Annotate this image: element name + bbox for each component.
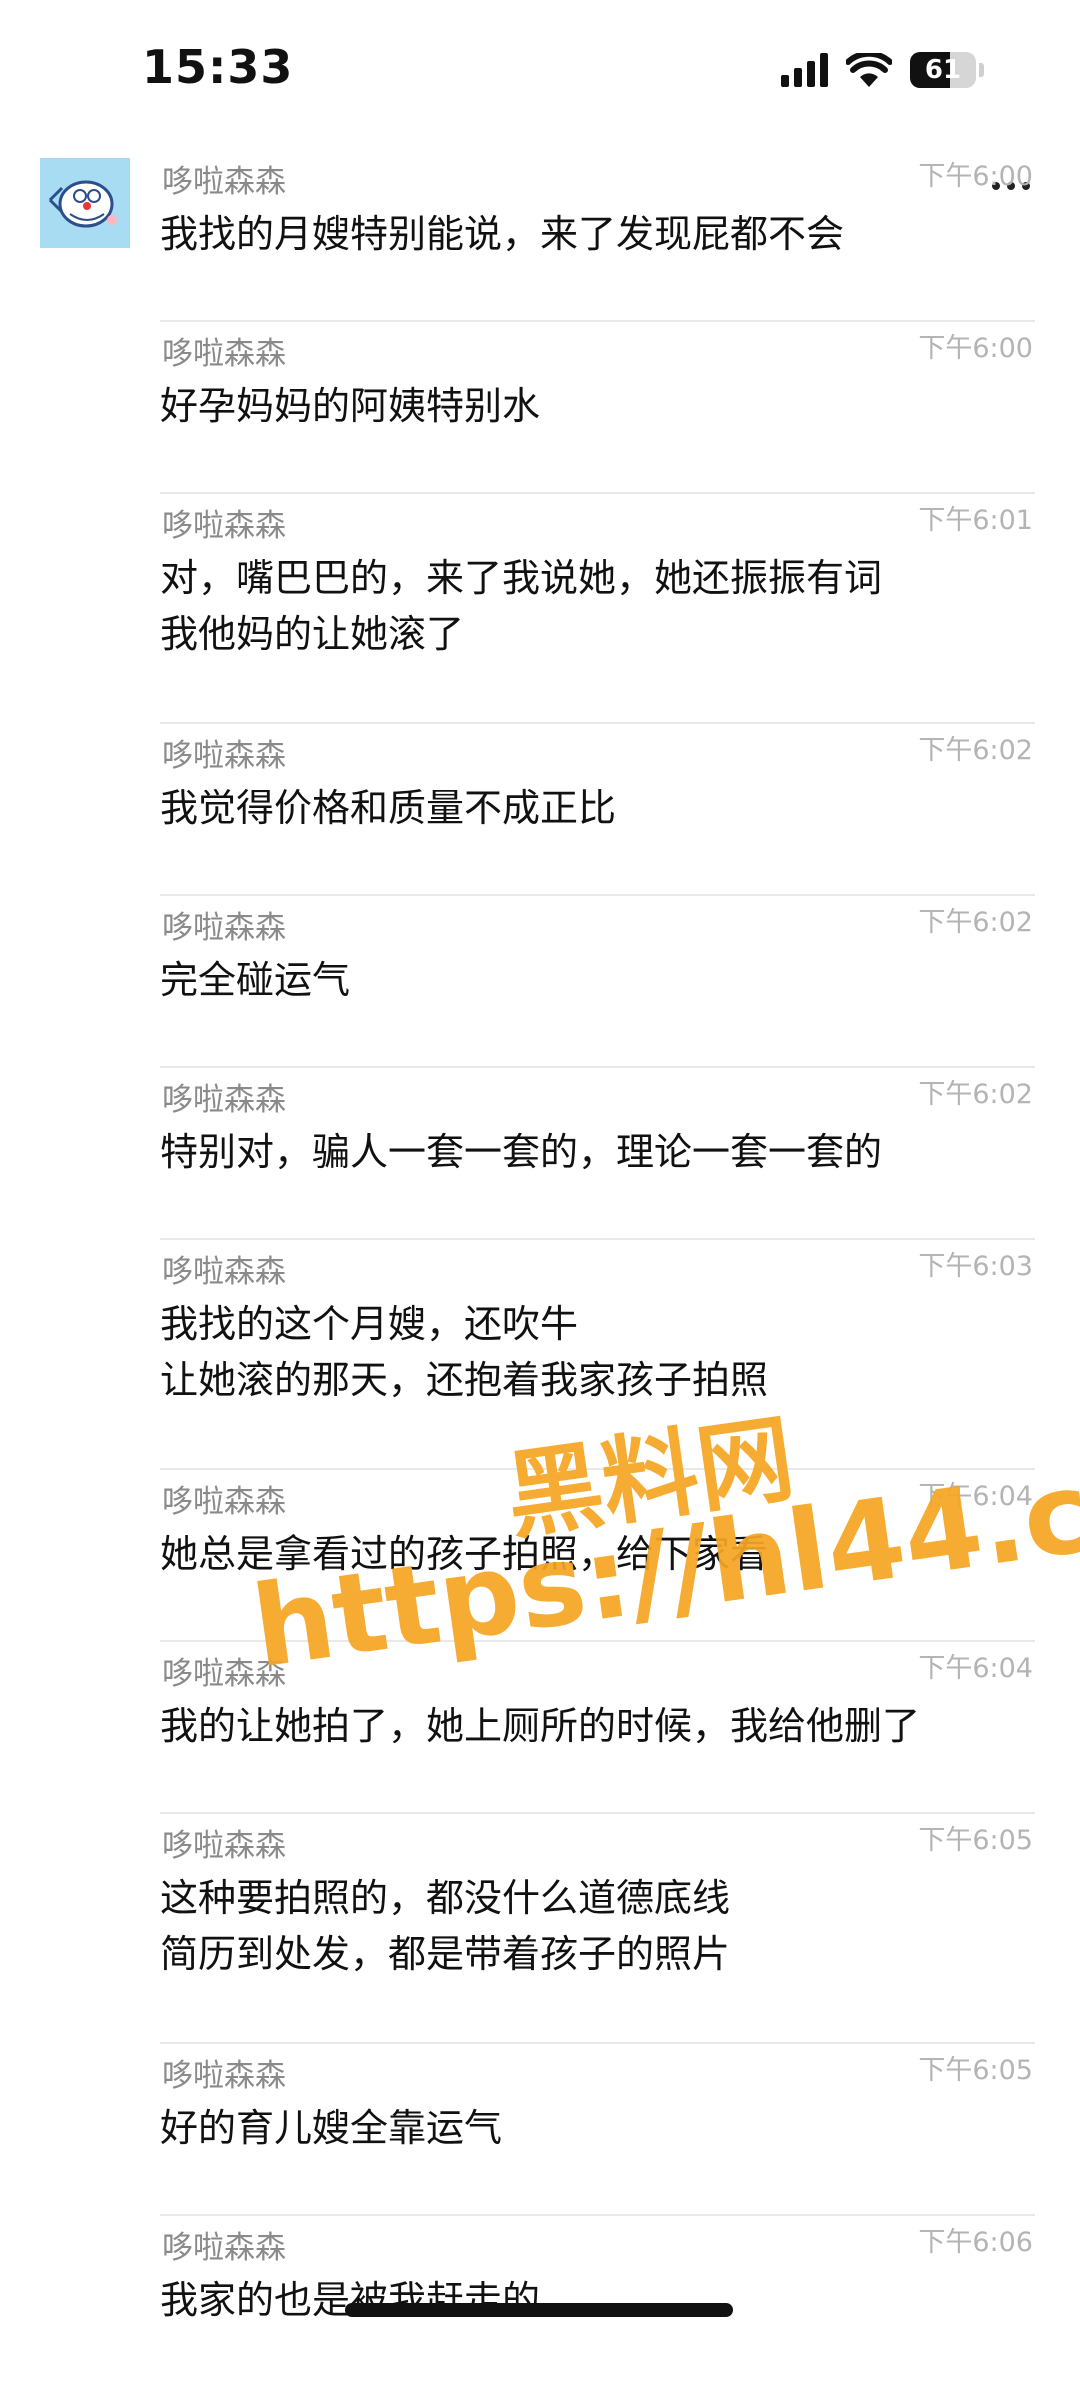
message-item[interactable]: 哆啦森森 下午6:00 好孕妈妈的阿姨特别水 — [160, 322, 1035, 494]
status-icons: 61 — [781, 52, 984, 88]
message-sender: 哆啦森森 — [162, 164, 286, 200]
message-time: 下午6:02 — [918, 735, 1033, 766]
message-item[interactable]: 哆啦森森 下午6:00 我找的月嫂特别能说，来了发现屁都不会 — [160, 150, 1035, 322]
wifi-icon — [846, 53, 892, 87]
message-text: 完全碰运气 — [160, 952, 1020, 1008]
message-text: 我觉得价格和质量不成正比 — [160, 780, 1020, 836]
message-sender: 哆啦森森 — [162, 738, 286, 774]
message-line: 我家的也是被我赶走的 — [160, 2278, 541, 2322]
message-time: 下午6:01 — [918, 505, 1033, 536]
message-sender: 哆啦森森 — [162, 508, 286, 544]
message-item[interactable]: 哆啦森森 下午6:02 完全碰运气 — [160, 896, 1035, 1068]
status-time: 15:33 — [142, 40, 294, 94]
message-time: 下午6:02 — [918, 907, 1033, 938]
message-list: 哆啦森森 下午6:00 我找的月嫂特别能说，来了发现屁都不会 哆啦森森 下午6:00 好孕… — [160, 150, 1035, 2388]
message-text: 好的育儿嫂全靠运气 — [160, 2100, 1020, 2156]
message-text: 对，嘴巴巴的，来了我说她，她还振振有词 我他妈的让她滚了 — [160, 550, 1020, 662]
avatar[interactable] — [40, 158, 130, 248]
message-item[interactable]: 哆啦森森 下午6:05 这种要拍照的，都没什么道德底线 简历到处发，都是带着孩子的照片 — [160, 1814, 1035, 2044]
message-line: 我找的月嫂特别能说，来了发现屁都不会 — [160, 212, 845, 256]
message-time: 下午6:05 — [918, 1825, 1033, 1856]
message-item[interactable]: 哆啦森森 下午6:02 特别对，骗人一套一套的，理论一套一套的 — [160, 1068, 1035, 1240]
message-time: 下午6:03 — [918, 1251, 1033, 1282]
message-text: 我的让她拍了，她上厕所的时候，我给他删了 — [160, 1698, 1020, 1754]
message-sender: 哆啦森森 — [162, 1484, 286, 1520]
message-time: 下午6:00 — [918, 161, 1033, 192]
message-item[interactable]: 哆啦森森 下午6:02 我觉得价格和质量不成正比 — [160, 724, 1035, 896]
doraemon-avatar-icon — [40, 158, 130, 248]
message-sender: 哆啦森森 — [162, 1828, 286, 1864]
message-item[interactable]: 哆啦森森 下午6:04 我的让她拍了，她上厕所的时候，我给他删了 — [160, 1642, 1035, 1814]
message-sender: 哆啦森森 — [162, 336, 286, 372]
message-line: 我觉得价格和质量不成正比 — [160, 786, 617, 830]
message-line: 她总是拿看过的孩子拍照，给下家看 — [160, 1532, 769, 1576]
message-sender: 哆啦森森 — [162, 2058, 286, 2094]
message-item[interactable]: 哆啦森森 下午6:01 对，嘴巴巴的，来了我说她，她还振振有词 我他妈的让她滚了 — [160, 494, 1035, 724]
battery-level: 61 — [924, 55, 962, 85]
message-text: 我找的这个月嫂，还吹牛让她滚的那天，还抱着我家孩子拍照 — [160, 1296, 1020, 1408]
message-line: 让她滚的那天，还抱着我家孩子拍照 — [160, 1358, 769, 1402]
message-line: 特别对，骗人一套一套的，理论一套一套的 — [160, 1130, 883, 1174]
message-item[interactable]: 哆啦森森 下午6:06 我家的也是被我赶走的 — [160, 2216, 1035, 2388]
message-text: 特别对，骗人一套一套的，理论一套一套的 — [160, 1124, 1020, 1180]
message-item[interactable]: 哆啦森森 下午6:04 她总是拿看过的孩子拍照，给下家看 — [160, 1470, 1035, 1642]
message-time: 下午6:06 — [918, 2227, 1033, 2258]
message-line: 简历到处发，都是带着孩子的照片 — [160, 1932, 731, 1976]
message-text: 这种要拍照的，都没什么道德底线 简历到处发，都是带着孩子的照片 — [160, 1870, 1020, 1982]
message-text: 好孕妈妈的阿姨特别水 — [160, 378, 1020, 434]
message-line: 我的让她拍了，她上厕所的时候，我给他删了 — [160, 1704, 921, 1748]
battery-icon: 61 — [910, 52, 984, 88]
message-sender: 哆啦森森 — [162, 910, 286, 946]
message-time: 下午6:00 — [918, 333, 1033, 364]
message-time: 下午6:04 — [918, 1481, 1033, 1512]
message-sender: 哆啦森森 — [162, 1254, 286, 1290]
message-line: 我找的这个月嫂，还吹牛 — [160, 1302, 579, 1346]
message-line: 好孕妈妈的阿姨特别水 — [160, 384, 541, 428]
message-text: 我找的月嫂特别能说，来了发现屁都不会 — [160, 206, 1020, 262]
message-item[interactable]: 哆啦森森 下午6:03 我找的这个月嫂，还吹牛让她滚的那天，还抱着我家孩子拍照 — [160, 1240, 1035, 1470]
message-time: 下午6:02 — [918, 1079, 1033, 1110]
message-item[interactable]: 哆啦森森 下午6:05 好的育儿嫂全靠运气 — [160, 2044, 1035, 2216]
message-line: 我他妈的让她滚了 — [160, 612, 465, 656]
message-sender: 哆啦森森 — [162, 2230, 286, 2266]
home-indicator[interactable] — [345, 2303, 733, 2317]
message-sender: 哆啦森森 — [162, 1082, 286, 1118]
message-text: 我家的也是被我赶走的 — [160, 2272, 1020, 2328]
cellular-signal-icon — [781, 53, 828, 87]
message-line: 好的育儿嫂全靠运气 — [160, 2106, 503, 2150]
message-sender: 哆啦森森 — [162, 1656, 286, 1692]
message-time: 下午6:04 — [918, 1653, 1033, 1684]
message-line: 对，嘴巴巴的，来了我说她，她还振振有词 — [160, 556, 883, 600]
message-time: 下午6:05 — [918, 2055, 1033, 2086]
status-bar: 15:33 61 — [0, 0, 1080, 140]
message-line: 这种要拍照的，都没什么道德底线 — [160, 1876, 731, 1920]
message-line: 完全碰运气 — [160, 958, 351, 1002]
message-text: 她总是拿看过的孩子拍照，给下家看 — [160, 1526, 1020, 1582]
